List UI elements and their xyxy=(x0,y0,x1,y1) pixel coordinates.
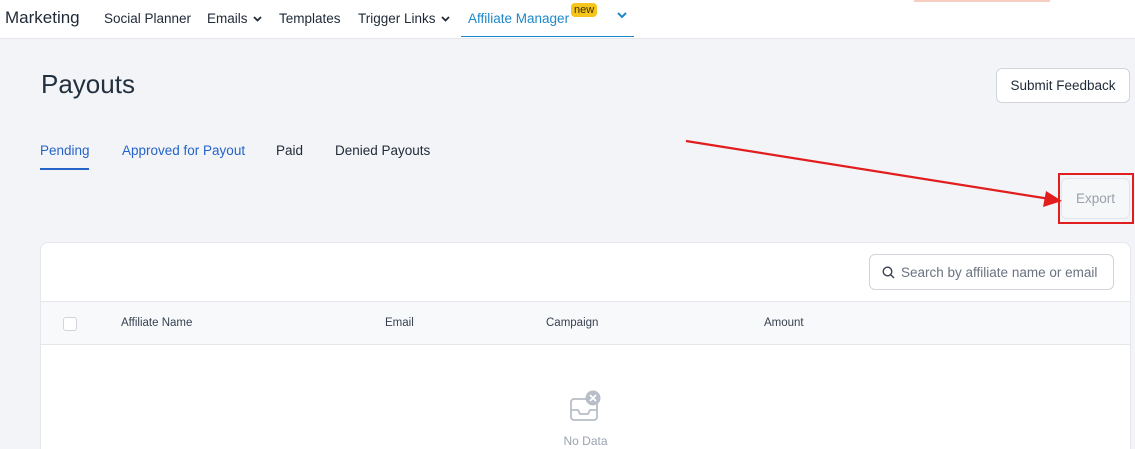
page-title: Payouts xyxy=(41,69,135,99)
brand-title: Marketing xyxy=(5,8,80,27)
column-header-affiliate-name[interactable]: Affiliate Name xyxy=(121,317,192,329)
search-input[interactable] xyxy=(901,264,1101,280)
tab-approved-for-payout[interactable]: Approved for Payout xyxy=(122,143,245,158)
search-icon xyxy=(882,265,895,278)
submit-feedback-button[interactable]: Submit Feedback xyxy=(996,68,1130,103)
tab-denied-payouts[interactable]: Denied Payouts xyxy=(335,143,430,158)
chevron-down-icon xyxy=(440,15,450,22)
new-badge: new xyxy=(571,3,598,17)
tab-paid[interactable]: Paid xyxy=(276,143,303,158)
select-all-checkbox[interactable] xyxy=(63,317,77,331)
search-field[interactable] xyxy=(869,254,1114,290)
nav-affiliate-manager[interactable]: Affiliate Manager xyxy=(468,11,569,26)
column-header-email[interactable]: Email xyxy=(385,317,414,329)
active-nav-underline xyxy=(461,36,634,37)
nav-trigger-links[interactable]: Trigger Links xyxy=(358,11,450,26)
active-tab-underline xyxy=(40,168,89,170)
table-header: Affiliate Name Email Campaign Amount xyxy=(41,301,1130,345)
nav-templates[interactable]: Templates xyxy=(279,11,341,26)
nav-emails[interactable]: Emails xyxy=(207,11,262,26)
empty-inbox-icon xyxy=(570,390,601,421)
tab-pending[interactable]: Pending xyxy=(40,143,90,158)
column-header-campaign[interactable]: Campaign xyxy=(546,317,598,329)
annotation-highlight-box xyxy=(1058,173,1134,224)
chevron-down-icon[interactable] xyxy=(616,10,628,20)
chevron-down-icon xyxy=(252,15,262,22)
column-header-amount[interactable]: Amount xyxy=(764,317,804,329)
nav-social-planner[interactable]: Social Planner xyxy=(104,11,191,26)
header-accent-bar xyxy=(914,0,1050,2)
top-nav: Marketing Social Planner Emails Template… xyxy=(0,0,1135,39)
payouts-table-card: Affiliate Name Email Campaign Amount No … xyxy=(40,242,1131,449)
empty-state-text: No Data xyxy=(563,434,608,448)
